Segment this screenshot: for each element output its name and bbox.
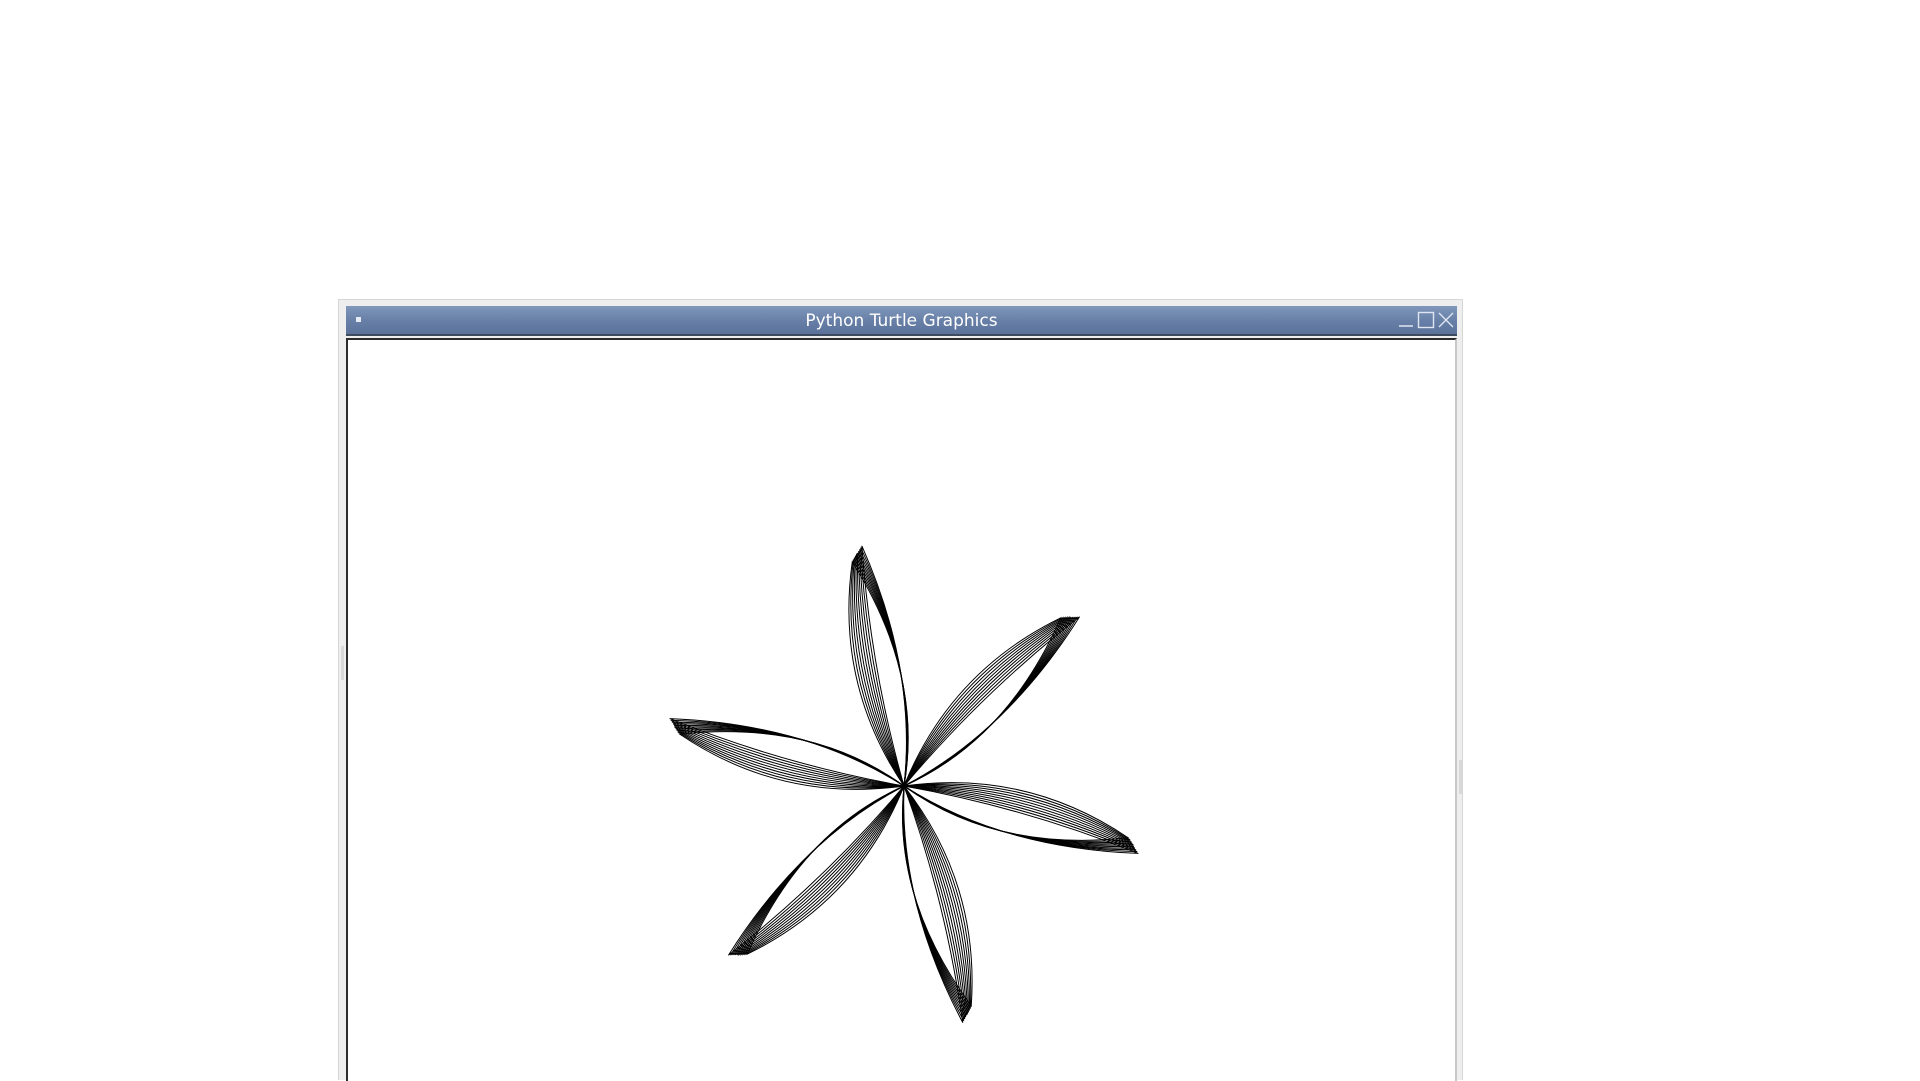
petal-stroke (902, 785, 972, 1010)
petal-stroke (856, 552, 908, 787)
petal-stroke (903, 785, 965, 1022)
window-titlebar[interactable]: Python Turtle Graphics (346, 306, 1457, 336)
petal-stroke (860, 547, 908, 787)
petal-stroke (903, 616, 1065, 787)
window-resize-grip-right[interactable] (1459, 760, 1462, 794)
turtle-canvas-frame (346, 338, 1457, 1081)
minimize-icon[interactable] (1396, 310, 1416, 330)
flower-petal (669, 718, 905, 790)
turtle-drawing-canvas (669, 545, 1139, 1023)
window-resize-grip-left[interactable] (341, 646, 344, 680)
petal-stroke (902, 785, 970, 1012)
petal-stroke (853, 554, 909, 787)
flower-petal (903, 615, 1080, 787)
turtle-graphics-window[interactable]: Python Turtle Graphics (338, 299, 1463, 1081)
petal-stroke (903, 783, 1131, 842)
maximize-icon[interactable] (1416, 310, 1436, 330)
close-icon[interactable] (1436, 310, 1456, 330)
petal-stroke (903, 785, 964, 1023)
window-title: Python Turtle Graphics (805, 311, 998, 331)
flower-drawing (669, 545, 1139, 1023)
flower-petal (728, 785, 905, 957)
petal-stroke (855, 552, 908, 787)
desktop-background: Python Turtle Graphics (0, 0, 1920, 1081)
flower-petal (901, 785, 973, 1023)
petal-stroke (858, 550, 908, 787)
petal-stroke (743, 785, 905, 956)
